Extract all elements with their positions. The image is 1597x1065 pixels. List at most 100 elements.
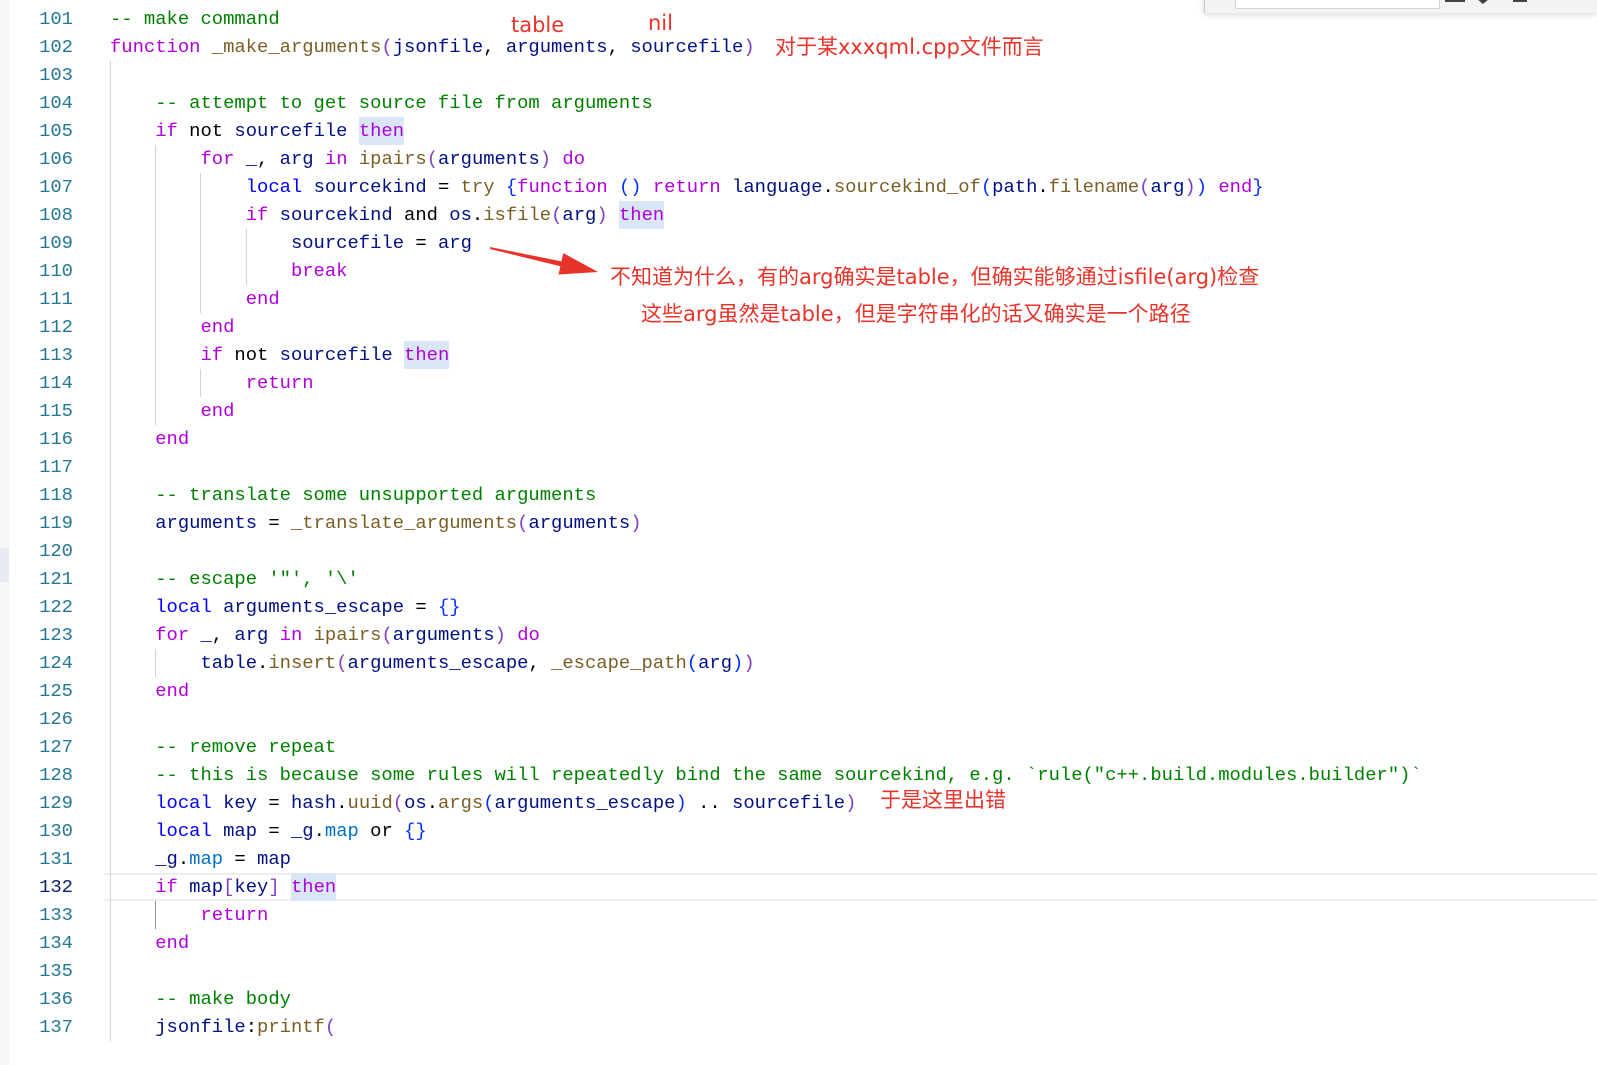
code-line[interactable]: 137 jsonfile:printf( <box>0 1013 1597 1041</box>
line-number[interactable]: 130 <box>0 817 73 845</box>
line-number[interactable]: 122 <box>0 593 73 621</box>
code-text[interactable]: return <box>110 901 268 929</box>
code-line[interactable]: 127 -- remove repeat <box>0 733 1597 761</box>
code-line[interactable]: 125 end <box>0 677 1597 705</box>
code-text[interactable]: if map[key] then <box>110 873 337 901</box>
code-line[interactable]: 134 end <box>0 929 1597 957</box>
code-line[interactable]: 120 <box>0 537 1597 565</box>
code-text[interactable]: -- attempt to get source file from argum… <box>110 89 653 117</box>
code-line[interactable]: 122 local arguments_escape = {} <box>0 593 1597 621</box>
find-previous-icon[interactable] <box>1445 0 1465 2</box>
code-text[interactable]: local map = _g.map or {} <box>110 817 427 845</box>
code-line[interactable]: 106 for _, arg in ipairs(arguments) do <box>0 145 1597 173</box>
line-number[interactable]: 108 <box>0 201 73 229</box>
line-number[interactable]: 133 <box>0 901 73 929</box>
code-text[interactable]: function _make_arguments(jsonfile, argum… <box>110 33 755 61</box>
line-number[interactable]: 132 <box>0 873 73 901</box>
line-number[interactable]: 110 <box>0 257 73 285</box>
line-number[interactable]: 124 <box>0 649 73 677</box>
code-line[interactable]: 114 return <box>0 369 1597 397</box>
code-text[interactable]: for _, arg in ipairs(arguments) do <box>110 145 585 173</box>
code-text[interactable]: -- make command <box>110 5 280 33</box>
code-text[interactable]: if not sourcefile then <box>110 341 450 369</box>
code-text[interactable]: end <box>110 285 280 313</box>
code-text[interactable]: table.insert(arguments_escape, _escape_p… <box>110 649 755 677</box>
code-line[interactable]: 108 if sourcekind and os.isfile(arg) the… <box>0 201 1597 229</box>
code-line[interactable]: 130 local map = _g.map or {} <box>0 817 1597 845</box>
find-options-icon[interactable] <box>1513 0 1527 2</box>
line-number[interactable]: 129 <box>0 789 73 817</box>
code-line[interactable]: 107 local sourcekind = try {function () … <box>0 173 1597 201</box>
find-input[interactable] <box>1235 0 1440 9</box>
line-number[interactable]: 114 <box>0 369 73 397</box>
line-number[interactable]: 127 <box>0 733 73 761</box>
code-text[interactable]: if not sourcefile then <box>110 117 405 145</box>
code-text[interactable]: local key = hash.uuid(os.args(arguments_… <box>110 789 856 817</box>
line-number[interactable]: 103 <box>0 61 73 89</box>
code-text[interactable]: break <box>110 257 347 285</box>
line-number[interactable]: 105 <box>0 117 73 145</box>
code-text[interactable]: end <box>110 313 234 341</box>
code-line[interactable]: 116 end <box>0 425 1597 453</box>
code-text[interactable]: -- make body <box>110 985 291 1013</box>
line-number[interactable]: 131 <box>0 845 73 873</box>
code-lines[interactable]: 101 -- make command 102 function _make_argu… <box>0 5 1597 1041</box>
line-number[interactable]: 123 <box>0 621 73 649</box>
code-line[interactable]: 115 end <box>0 397 1597 425</box>
line-number[interactable]: 120 <box>0 537 73 565</box>
line-number[interactable]: 101 <box>0 5 73 33</box>
find-next-icon[interactable] <box>1477 0 1489 4</box>
code-line[interactable]: 132 if map[key] then <box>0 873 1597 901</box>
code-line[interactable]: 119 arguments = _translate_arguments(arg… <box>0 509 1597 537</box>
line-number[interactable]: 112 <box>0 313 73 341</box>
code-text[interactable]: -- remove repeat <box>110 733 336 761</box>
code-line[interactable]: 126 <box>0 705 1597 733</box>
line-number[interactable]: 119 <box>0 509 73 537</box>
line-number[interactable]: 137 <box>0 1013 73 1041</box>
line-number[interactable]: 107 <box>0 173 73 201</box>
code-editor[interactable]: 101 -- make command 102 function _make_argu… <box>0 0 1597 1065</box>
code-line[interactable]: 123 for _, arg in ipairs(arguments) do <box>0 621 1597 649</box>
code-text[interactable]: arguments = _translate_arguments(argumen… <box>110 509 642 537</box>
line-number[interactable]: 102 <box>0 33 73 61</box>
code-line[interactable]: 136 -- make body <box>0 985 1597 1013</box>
code-text[interactable]: _g.map = map <box>110 845 291 873</box>
line-number[interactable]: 109 <box>0 229 73 257</box>
code-text[interactable]: sourcefile = arg <box>110 229 472 257</box>
code-text[interactable]: -- this is because some rules will repea… <box>110 761 1422 789</box>
line-number[interactable]: 106 <box>0 145 73 173</box>
line-number[interactable]: 126 <box>0 705 73 733</box>
code-text[interactable]: end <box>110 677 189 705</box>
find-widget[interactable] <box>1204 0 1597 13</box>
code-text[interactable]: end <box>110 397 234 425</box>
code-line[interactable]: 104 -- attempt to get source file from a… <box>0 89 1597 117</box>
code-line[interactable]: 105 if not sourcefile then <box>0 117 1597 145</box>
code-text[interactable]: if sourcekind and os.isfile(arg) then <box>110 201 665 229</box>
line-number[interactable]: 104 <box>0 89 73 117</box>
code-line[interactable]: 124 table.insert(arguments_escape, _esca… <box>0 649 1597 677</box>
line-number[interactable]: 115 <box>0 397 73 425</box>
code-text[interactable]: end <box>110 929 189 957</box>
code-line[interactable]: 117 <box>0 453 1597 481</box>
code-line[interactable]: 118 -- translate some unsupported argume… <box>0 481 1597 509</box>
line-number[interactable]: 118 <box>0 481 73 509</box>
code-text[interactable]: jsonfile:printf( <box>110 1013 336 1041</box>
code-line[interactable]: 128 -- this is because some rules will r… <box>0 761 1597 789</box>
line-number[interactable]: 121 <box>0 565 73 593</box>
code-line[interactable]: 131 _g.map = map <box>0 845 1597 873</box>
line-number[interactable]: 134 <box>0 929 73 957</box>
code-text[interactable]: local arguments_escape = {} <box>110 593 461 621</box>
code-text[interactable]: -- escape '"', '\' <box>110 565 359 593</box>
line-number[interactable]: 111 <box>0 285 73 313</box>
code-text[interactable]: local sourcekind = try {function () retu… <box>110 173 1264 201</box>
code-line[interactable]: 129 local key = hash.uuid(os.args(argume… <box>0 789 1597 817</box>
code-line[interactable]: 103 <box>0 61 1597 89</box>
code-line[interactable]: 109 sourcefile = arg <box>0 229 1597 257</box>
line-number[interactable]: 113 <box>0 341 73 369</box>
line-number[interactable]: 136 <box>0 985 73 1013</box>
line-number[interactable]: 125 <box>0 677 73 705</box>
code-line[interactable]: 133 return <box>0 901 1597 929</box>
line-number[interactable]: 135 <box>0 957 73 985</box>
code-text[interactable]: return <box>110 369 314 397</box>
line-number[interactable]: 117 <box>0 453 73 481</box>
